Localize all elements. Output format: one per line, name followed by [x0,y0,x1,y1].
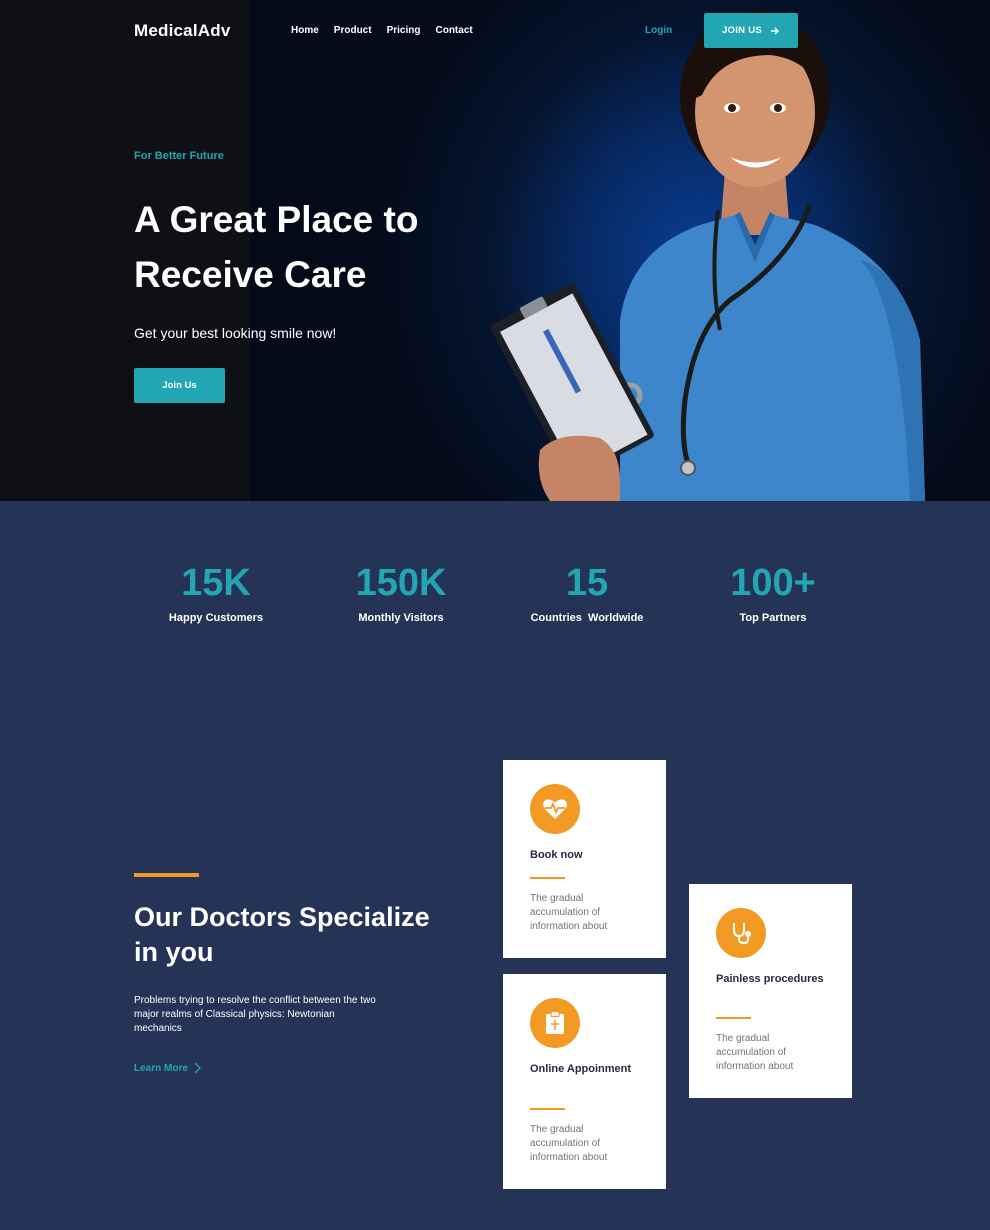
join-us-button[interactable]: JOIN US [704,13,798,48]
card-title: Painless procedures [716,973,824,985]
login-link[interactable]: Login [645,25,672,36]
card-divider [530,877,565,879]
chevron-right-icon [194,1062,201,1074]
nav-links: Home Product Pricing Contact [291,25,473,36]
clipboard-icon [530,998,580,1048]
service-card-online-appointment[interactable]: Online Appoinment The gradual accumulati… [503,974,666,1189]
stat-label: Monthly Visitors [358,612,444,624]
stat-value: 100+ [730,562,816,604]
site-logo[interactable]: MedicalAdv [134,21,230,41]
nav-link-home[interactable]: Home [291,25,319,36]
stat-value: 15 [565,562,609,604]
card-text: The gradual accumulation of information … [716,1033,794,1072]
stat-happy-customers: 15K Happy Customers [131,560,301,624]
stat-monthly-visitors: 150K Monthly Visitors [316,560,486,624]
card-divider [716,1017,751,1019]
stethoscope-icon [716,908,766,958]
card-title: Book now [530,849,583,861]
hero-eyebrow: For Better Future [134,150,224,162]
stat-label: Countries Worldwide [530,612,644,624]
card-text: The gradual accumulation of information … [530,1124,608,1163]
stat-label: Top Partners [739,612,807,624]
stat-value: 150K [355,562,447,604]
heartbeat-icon [530,784,580,834]
arrow-right-icon [771,27,780,34]
nav-link-contact[interactable]: Contact [435,25,472,36]
top-navbar: MedicalAdv Home Product Pricing Contact … [0,0,990,62]
hero-subtitle: Get your best looking smile now! [134,325,337,341]
specialize-body: Problems trying to resolve the conflict … [134,995,376,1034]
section-accent-bar [134,873,199,877]
stat-value: 15K [181,562,251,604]
stat-countries: 15 Countries Worldwide [502,560,672,624]
hero-title: A Great Place to Receive Care [134,199,419,295]
hero-join-us-button[interactable]: Join Us [134,368,225,403]
join-us-button-label: JOIN US [721,25,763,36]
card-divider [530,1108,565,1110]
learn-more-label: Learn More [134,1062,188,1074]
card-text: The gradual accumulation of information … [530,893,608,932]
hero-section: MedicalAdv Home Product Pricing Contact … [0,0,990,501]
nav-link-pricing[interactable]: Pricing [387,25,421,36]
specialize-title: Our Doctors Specialize in you [134,902,430,967]
nurse-illustration [490,10,925,501]
card-title: Online Appoinment [530,1063,632,1075]
stat-top-partners: 100+ Top Partners [688,560,858,624]
service-card-book-now[interactable]: Book now The gradual accumulation of inf… [503,760,666,958]
learn-more-link[interactable]: Learn More [134,1062,201,1074]
service-card-painless-procedures[interactable]: Painless procedures The gradual accumula… [689,884,852,1098]
nav-link-product[interactable]: Product [334,25,372,36]
stat-label: Happy Customers [168,612,264,624]
